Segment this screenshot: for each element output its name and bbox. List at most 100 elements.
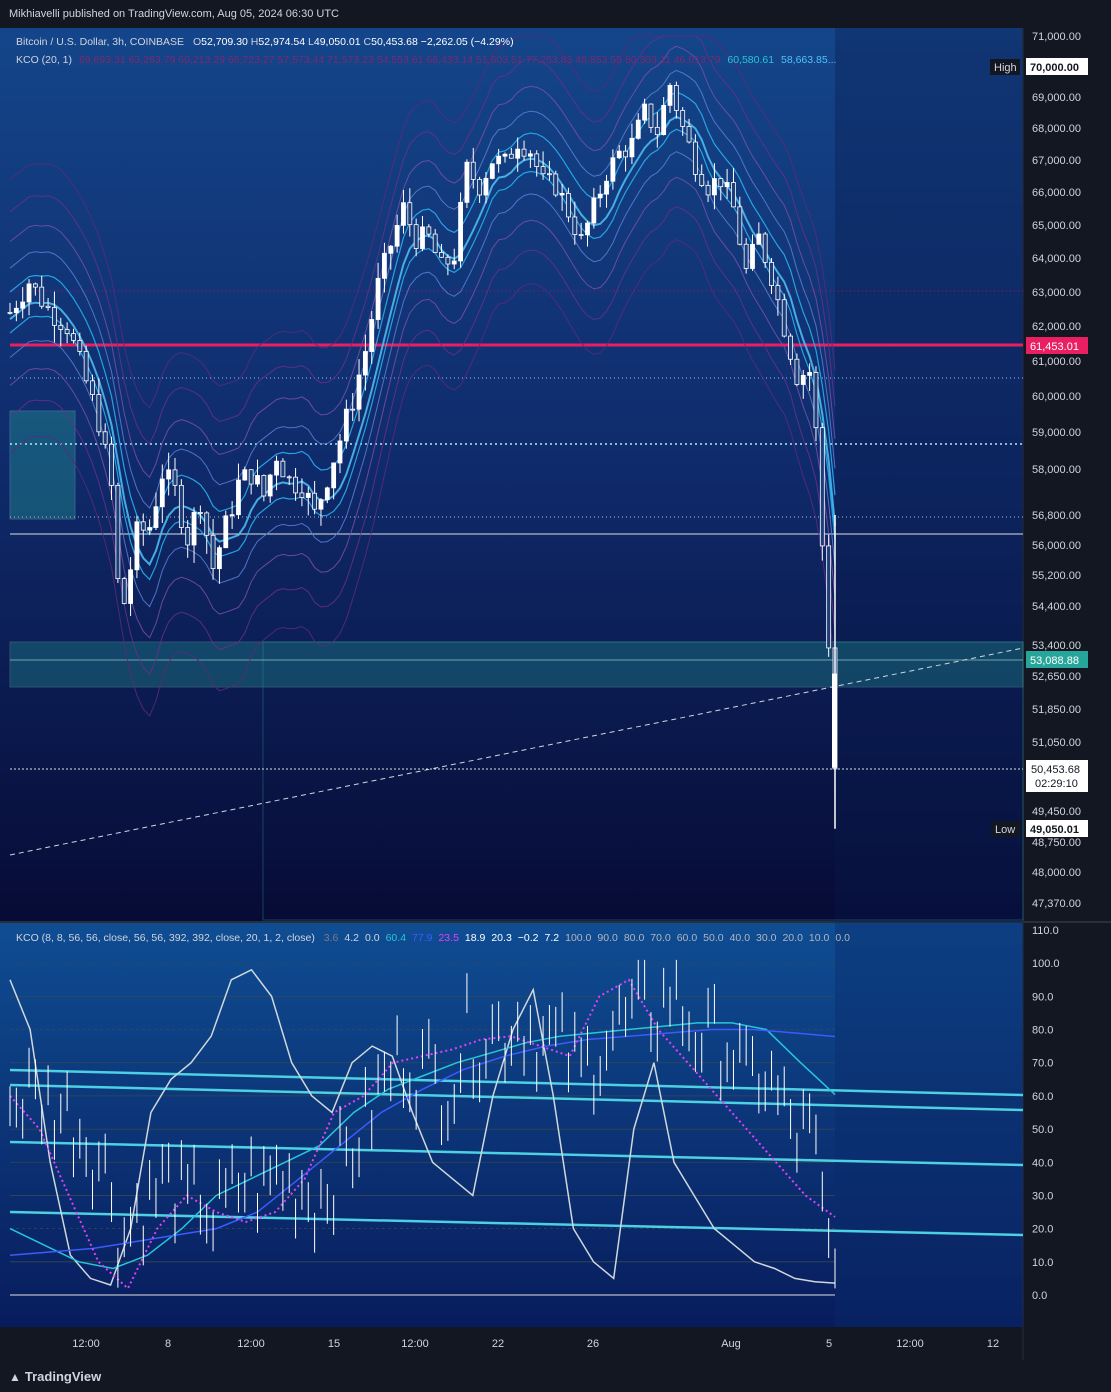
last-price-value: 50,453.68 [1031,764,1080,776]
close-value-legend: 50,453.68 [371,36,418,48]
price-tick: 67,000.00 [1032,155,1081,167]
osc-tick: 30.0 [1032,1190,1053,1202]
kco-value-2: 58,663.85... [781,54,837,66]
countdown-value: 02:29:10 [1035,778,1078,790]
chart-canvas[interactable]: 71,000.00 70,000.00 69,000.00 68,000.00 67,0… [0,0,1111,1392]
price-tick: 48,750.00 [1032,837,1081,849]
osc-value-6: 18.9 [464,932,486,944]
osc-value-3: 60.4 [385,932,407,944]
candle [464,159,470,209]
candle [178,479,184,535]
future-region-osc [835,922,1023,1327]
osc-tick: 40.0 [1032,1157,1053,1169]
time-tick: 8 [165,1338,171,1350]
tv-logo-icon: ▲ [9,1370,21,1384]
candle [280,458,286,478]
price-tick: 55,200.00 [1032,570,1081,582]
osc-tick: 90.0 [1032,991,1053,1003]
oscillator-legend: KCO (8, 8, 56, 56, close, 56, 56, 392, 3… [16,932,850,944]
price-tick: 68,000.00 [1032,123,1081,135]
osc-value-20: 0.0 [835,932,850,944]
time-tick: 12:00 [237,1338,265,1350]
price-tick: 64,000.00 [1032,253,1081,265]
zone-level-value: 53,088.88 [1030,655,1079,667]
open-value: 52,709.30 [201,36,248,48]
price-tick: 61,000.00 [1032,356,1081,368]
candle [489,163,495,180]
price-tick: 49,450.00 [1032,806,1081,818]
osc-value-1: 4.2 [344,932,359,944]
candle [223,510,229,549]
price-tick: 51,850.00 [1032,704,1081,716]
price-tick: 51,050.00 [1032,737,1081,749]
osc-value-17: 30.0 [756,932,777,944]
osc-value-11: 90.0 [597,932,618,944]
osc-value-18: 20.0 [782,932,803,944]
price-tick: 65,000.00 [1032,220,1081,232]
osc-tick: 0.0 [1032,1290,1047,1302]
price-tick: 48,000.00 [1032,867,1081,879]
symbol-label[interactable]: Bitcoin / U.S. Dollar, 3h, COINBASE [16,36,184,48]
osc-tick: 20.0 [1032,1224,1053,1236]
footer: ▲ TradingView [0,1360,1111,1392]
price-tick: 54,400.00 [1032,601,1081,613]
price-tick: 52,650.00 [1032,671,1081,683]
osc-tick: 80.0 [1032,1025,1053,1037]
osc-tick: 60.0 [1032,1091,1053,1103]
time-tick: 12:00 [896,1338,924,1350]
candle [553,170,559,198]
candle [115,482,121,583]
low-label: Low [995,824,1015,836]
time-tick: 12:00 [401,1338,429,1350]
time-tick: 22 [492,1338,504,1350]
last-price-badge: 50,453.68 02:29:10 [1026,760,1088,792]
candle [121,576,127,605]
brand-label: TradingView [24,1369,102,1384]
price-tick: 71,000.00 [1032,31,1081,43]
candle [819,423,825,561]
high-value-legend: 52,974.54 [258,36,306,48]
candle [781,293,787,338]
candle [83,345,89,384]
price-tick: 56,000.00 [1032,540,1081,552]
low-value: 49,050.01 [1030,824,1079,836]
kco-value-1: 60,580.61 [727,54,775,66]
price-tick: 59,000.00 [1032,427,1081,439]
price-tick: 66,000.00 [1032,187,1081,199]
candle [826,534,832,657]
price-tick: 56,800.00 [1032,510,1081,522]
zone-level-badge: 53,088.88 [1026,651,1088,668]
price-tick: 62,000.00 [1032,321,1081,333]
osc-tick: 70.0 [1032,1058,1053,1070]
osc-tick: 110.0 [1032,925,1059,937]
kco-name[interactable]: KCO (20, 1) [16,54,72,66]
osc-value-12: 80.0 [623,932,645,944]
low-badge: Low 49,050.01 [991,820,1088,837]
kco-legend: KCO (20, 1) 69,893.31 63,263.79 60,213.2… [16,54,1016,66]
price-tick: 47,370.00 [1032,898,1081,910]
future-region [835,28,1023,922]
osc-value-19: 10.0 [808,932,830,944]
time-tick: 15 [328,1338,340,1350]
time-tick: Aug [721,1338,741,1350]
time-tick: 12:00 [72,1338,100,1350]
close-label-legend: C [363,36,372,48]
time-tick: 12 [987,1338,999,1350]
osc-value-7: 20.3 [491,932,512,944]
open-label: O [192,36,202,48]
osc-value-10: 100.0 [565,932,592,944]
high-value: 70,000.00 [1030,62,1079,74]
tradingview-logo[interactable]: ▲ TradingView [9,1369,101,1384]
price-tick: 69,000.00 [1032,92,1081,104]
osc-value-4: 77.9 [412,932,433,944]
price-tick: 63,000.00 [1032,287,1081,299]
time-axis-bg [0,1327,1023,1360]
osc-value-2: 0.0 [364,932,380,944]
low-value-legend: 49,050.01 [313,36,361,48]
osc-value-0: 3.6 [323,932,339,944]
osc-tick: 50.0 [1032,1124,1053,1136]
osc-value-8: −0.2 [517,932,539,944]
candle [458,192,463,268]
osc-value-13: 70.0 [650,932,671,944]
osc-name[interactable]: KCO (8, 8, 56, 56, close, 56, 56, 392, 3… [16,932,315,944]
